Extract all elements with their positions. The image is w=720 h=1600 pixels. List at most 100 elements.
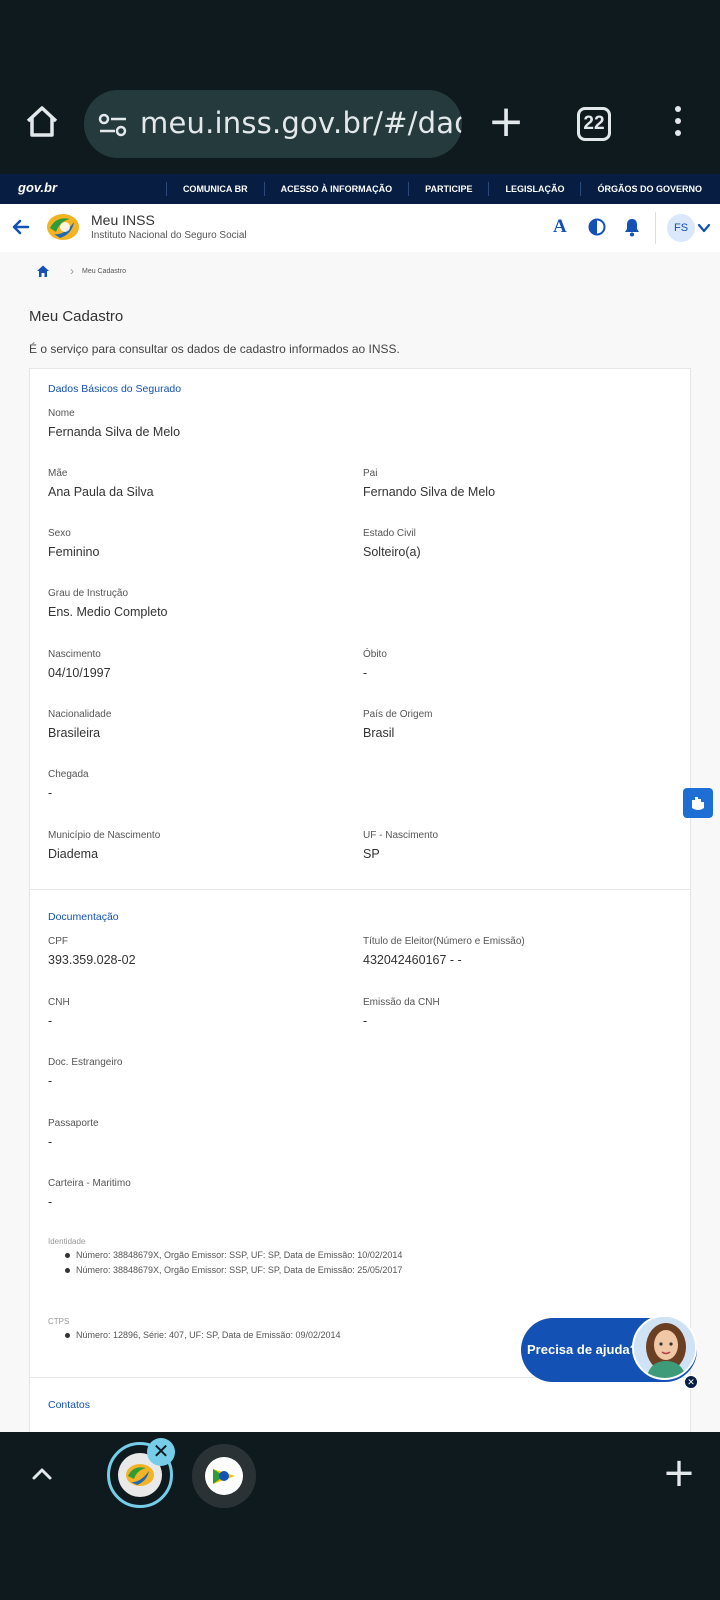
list-item: Número: 38848679X, Orgão Emissor: SSP, U… <box>64 1248 402 1263</box>
inss-logo <box>46 212 80 242</box>
status-bar <box>0 0 720 80</box>
contrast-icon[interactable] <box>588 218 606 236</box>
cadastro-card: Dados Básicos do Segurado Nome Fernanda … <box>29 368 691 1432</box>
add-tab-button[interactable]: + <box>662 1453 696 1493</box>
gov-link-legislacao[interactable]: LEGISLAÇÃO <box>488 182 580 196</box>
field-value: Brasileira <box>48 726 101 740</box>
address-bar[interactable]: meu.inss.gov.br/#/dados <box>84 90 462 158</box>
field-estado-civil: Estado Civil Solteiro(a) <box>363 527 663 560</box>
breadcrumb-separator: › <box>70 264 74 278</box>
field-pai: Pai Fernando Silva de Melo <box>363 467 663 500</box>
home-icon[interactable] <box>22 102 62 142</box>
field-label: Sexo <box>48 528 71 539</box>
field-label: Nacionalidade <box>48 709 112 720</box>
bell-icon[interactable] <box>623 217 641 237</box>
field-titulo-eleitor: Título de Eleitor(Número e Emissão) 4320… <box>363 935 663 968</box>
field-value: Feminino <box>48 545 100 559</box>
field-value: - <box>48 1014 53 1028</box>
vlibras-accessibility-button[interactable] <box>683 788 713 818</box>
field-value: 432042460167 - - <box>363 953 462 967</box>
font-size-button[interactable]: A <box>553 216 567 238</box>
field-label: CPF <box>48 936 68 947</box>
app-title: Meu INSS <box>91 212 155 228</box>
chevron-down-icon[interactable] <box>697 221 711 235</box>
field-label: Município de Nascimento <box>48 830 161 841</box>
section-title-contatos: Contatos <box>48 1399 91 1411</box>
help-chat-widget[interactable]: Precisa de ajuda? ✕ <box>521 1315 703 1389</box>
govbr-logo[interactable]: gov.br <box>18 180 57 195</box>
close-icon[interactable]: ✕ <box>684 1375 698 1389</box>
field-nome: Nome Fernanda Silva de Melo <box>48 407 348 440</box>
gov-link-acesso[interactable]: ACESSO À INFORMAÇÃO <box>263 182 409 196</box>
field-value: 393.359.028-02 <box>48 953 136 967</box>
field-label: Doc. Estrangeiro <box>48 1057 123 1068</box>
field-chegada: Chegada - <box>48 768 348 801</box>
section-title-basic: Dados Básicos do Segurado <box>48 383 182 395</box>
list-item: Número: 12896, Série: 407, UF: SP, Data … <box>65 1328 341 1343</box>
identidade-label: Identidade <box>48 1237 86 1246</box>
field-label: Estado Civil <box>363 528 416 539</box>
field-label: País de Origem <box>363 709 433 720</box>
avatar[interactable]: FS <box>667 214 695 242</box>
bottom-tab-bar: ✕ + <box>0 1432 720 1600</box>
field-label: Chegada <box>48 769 89 780</box>
ctps-list: Número: 12896, Série: 407, UF: SP, Data … <box>65 1328 341 1343</box>
home-icon[interactable] <box>36 264 50 278</box>
field-cpf: CPF 393.359.028-02 <box>48 935 348 968</box>
field-value: Ens. Medio Completo <box>48 605 168 619</box>
page-content: › Meu Cadastro Meu Cadastro É o serviço … <box>0 252 720 1432</box>
field-mae: Mãe Ana Paula da Silva <box>48 467 348 500</box>
tab-switcher-button[interactable]: 22 <box>577 107 611 141</box>
user-menu-button[interactable]: FS <box>667 214 711 242</box>
field-label: Título de Eleitor(Número e Emissão) <box>363 936 525 947</box>
field-label: Passaporte <box>48 1118 99 1129</box>
field-carteira-maritimo: Carteira - Maritimo - <box>48 1177 348 1210</box>
page-description: É o serviço para consultar os dados de c… <box>29 342 400 356</box>
field-value: - <box>48 1195 53 1209</box>
ctps-label: CTPS <box>48 1317 70 1326</box>
site-settings-icon[interactable] <box>98 110 128 140</box>
field-label: UF - Nascimento <box>363 830 439 841</box>
back-arrow-icon[interactable] <box>10 216 32 238</box>
url-text[interactable]: meu.inss.gov.br/#/dados <box>140 106 462 140</box>
section-divider <box>30 889 690 890</box>
field-value: Ana Paula da Silva <box>48 485 154 499</box>
field-value: - <box>48 1135 53 1149</box>
field-pais-origem: País de Origem Brasil <box>363 708 663 741</box>
field-nascimento: Nascimento 04/10/1997 <box>48 648 348 681</box>
field-value: - <box>363 1014 368 1028</box>
gov-bar: gov.br COMUNICA BR ACESSO À INFORMAÇÃO P… <box>0 174 720 204</box>
field-label: Emissão da CNH <box>363 997 440 1008</box>
field-value: Diadema <box>48 847 99 861</box>
field-value: SP <box>363 847 380 861</box>
list-item: Número: 38848679X, Orgão Emissor: SSP, U… <box>64 1263 402 1278</box>
field-passaporte: Passaporte - <box>48 1117 348 1150</box>
govbr-favicon-icon <box>205 1457 243 1495</box>
browser-menu-icon[interactable] <box>668 106 688 142</box>
field-nacionalidade: Nacionalidade Brasileira <box>48 708 348 741</box>
field-uf: UF - Nascimento SP <box>363 829 663 862</box>
field-value: - <box>48 786 53 800</box>
page-title: Meu Cadastro <box>29 308 124 325</box>
tab-govbr[interactable] <box>192 1444 256 1508</box>
chevron-up-icon[interactable] <box>28 1460 56 1488</box>
gov-link-orgaos[interactable]: ÓRGÃOS DO GOVERNO <box>580 182 702 196</box>
field-label: Nome <box>48 408 75 419</box>
app-subtitle: Instituto Nacional do Seguro Social <box>91 230 247 241</box>
browser-toolbar: meu.inss.gov.br/#/dados + 22 <box>0 80 720 174</box>
field-emissao-cnh: Emissão da CNH - <box>363 996 663 1029</box>
app-header: Meu INSS Instituto Nacional do Seguro So… <box>0 204 720 252</box>
header-divider <box>655 212 656 244</box>
close-tab-icon[interactable]: ✕ <box>147 1438 175 1466</box>
breadcrumb: › Meu Cadastro <box>36 262 126 280</box>
field-sexo: Sexo Feminino <box>48 527 348 560</box>
help-label: Precisa de ajuda? <box>527 1342 638 1357</box>
gov-link-participe[interactable]: PARTICIPE <box>408 182 488 196</box>
field-value: Fernando Silva de Melo <box>363 485 496 499</box>
field-label: Óbito <box>363 649 387 660</box>
field-label: Grau de Instrução <box>48 588 129 599</box>
assistant-avatar[interactable] <box>632 1315 697 1380</box>
gov-link-comunica[interactable]: COMUNICA BR <box>165 182 264 196</box>
field-value: - <box>48 1074 53 1088</box>
new-tab-button[interactable]: + <box>486 100 526 146</box>
